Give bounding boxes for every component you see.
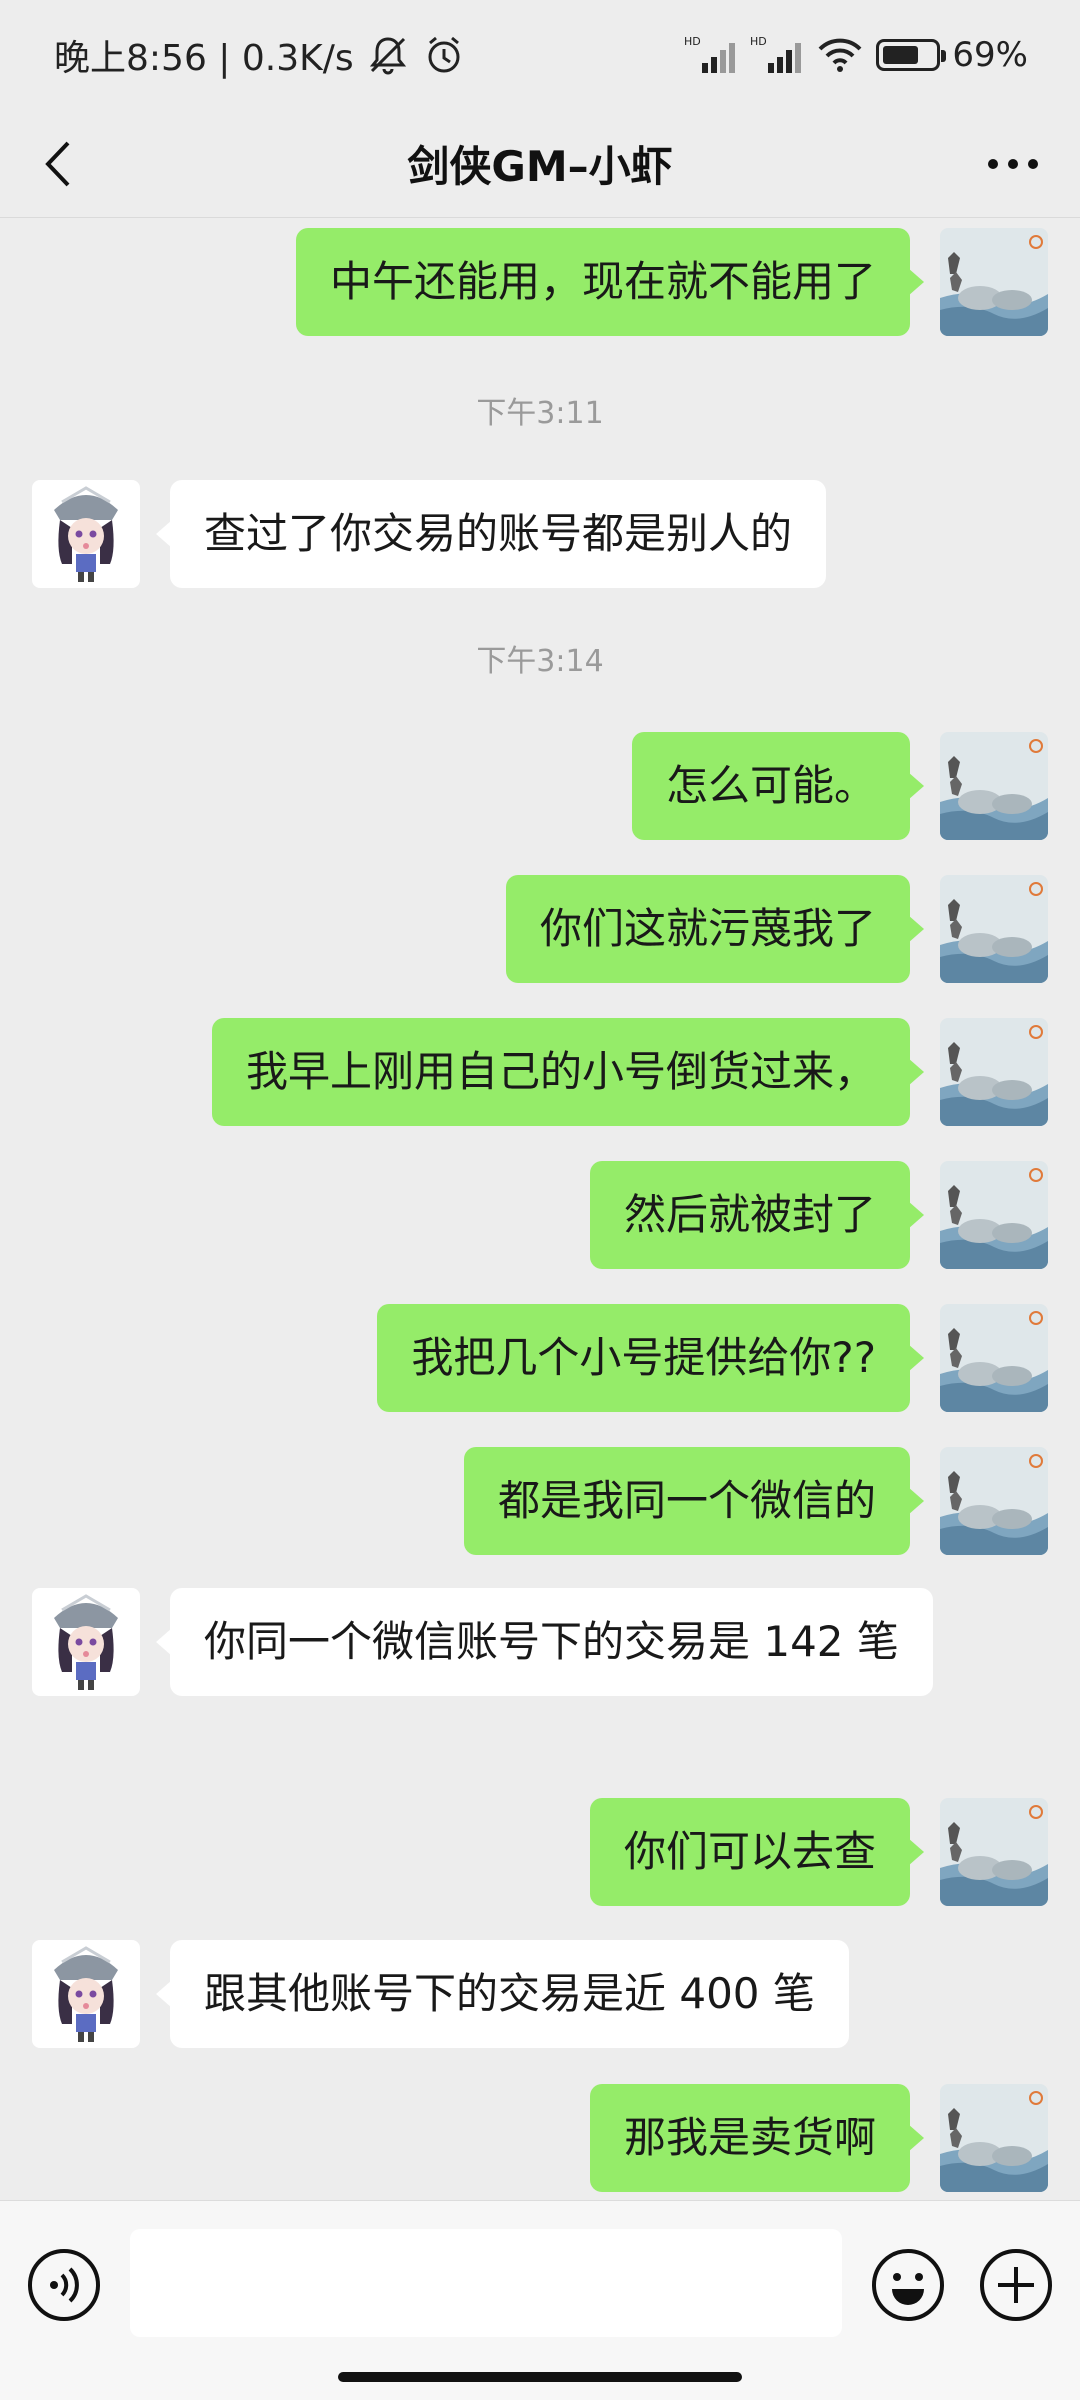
- my-avatar[interactable]: [940, 1018, 1048, 1126]
- my-avatar[interactable]: [940, 1798, 1048, 1906]
- message-input[interactable]: [130, 2229, 842, 2337]
- chat-title: 剑侠GM–小虾: [407, 142, 673, 191]
- status-right: HD HD 69%: [684, 33, 1028, 77]
- contact-avatar[interactable]: [32, 1940, 140, 2048]
- message-bubble[interactable]: 怎么可能。: [631, 732, 925, 840]
- my-avatar[interactable]: [940, 2084, 1048, 2192]
- message-bubble[interactable]: 我把几个小号提供给你??: [377, 1304, 924, 1412]
- hd-signal-icon: HD: [750, 33, 804, 77]
- more-dots-icon: [988, 159, 1038, 169]
- my-avatar[interactable]: [940, 1161, 1048, 1269]
- alarm-icon: [422, 33, 466, 77]
- hd-signal-icon: HD: [684, 33, 738, 77]
- contact-avatar[interactable]: [32, 1588, 140, 1696]
- voice-input-button[interactable]: [26, 2247, 102, 2323]
- chevron-left-icon: [45, 141, 70, 187]
- svg-text:HD: HD: [684, 35, 701, 48]
- svg-text:HD: HD: [750, 35, 767, 48]
- more-options-button[interactable]: [978, 134, 1048, 194]
- my-avatar[interactable]: [940, 732, 1048, 840]
- message-bubble[interactable]: 然后就被封了: [589, 1161, 925, 1269]
- my-avatar[interactable]: [940, 875, 1048, 983]
- wifi-icon: [816, 33, 864, 77]
- voice-icon: [28, 2249, 100, 2321]
- my-avatar[interactable]: [940, 1304, 1048, 1412]
- message-bubble[interactable]: 你同一个微信账号下的交易是 142 笔: [156, 1588, 933, 1696]
- back-button[interactable]: [30, 134, 90, 194]
- mute-icon: [366, 33, 410, 77]
- message-list[interactable]: 中午还能用，现在就不能用了下午3:11 查过了你交易的账号都是别人的下午3:14…: [0, 218, 1080, 2200]
- timestamp: 下午3:14: [476, 644, 604, 679]
- chat-header: 剑侠GM–小虾: [0, 110, 1080, 218]
- status-bar: 晚上8:56 | 0.3K/s HD HD 69%: [0, 0, 1080, 110]
- my-avatar[interactable]: [940, 228, 1048, 336]
- home-indicator[interactable]: [338, 2372, 742, 2382]
- message-bubble[interactable]: 中午还能用，现在就不能用了: [295, 228, 925, 336]
- plus-circle-icon: [980, 2249, 1052, 2321]
- my-avatar[interactable]: [940, 1447, 1048, 1555]
- message-bubble[interactable]: 我早上刚用自己的小号倒货过来，: [211, 1018, 925, 1126]
- timestamp: 下午3:11: [476, 396, 604, 431]
- message-bubble[interactable]: 都是我同一个微信的: [463, 1447, 925, 1555]
- message-bubble[interactable]: 你们这就污蔑我了: [505, 875, 925, 983]
- status-time: 晚上8:56 | 0.3K/s: [54, 38, 354, 79]
- battery-icon: [876, 39, 947, 71]
- battery-level-fill: [883, 46, 918, 64]
- battery-percentage: 69%: [952, 35, 1028, 75]
- message-bubble[interactable]: 你们可以去查: [589, 1798, 925, 1906]
- message-bubble[interactable]: 查过了你交易的账号都是别人的: [155, 480, 827, 588]
- more-functions-button[interactable]: [978, 2247, 1054, 2323]
- contact-avatar[interactable]: [32, 480, 140, 588]
- message-bubble[interactable]: 那我是卖货啊: [589, 2084, 925, 2192]
- message-bubble[interactable]: 跟其他账号下的交易是近 400 笔: [156, 1940, 849, 2048]
- emoji-icon: [872, 2249, 944, 2321]
- status-left: 晚上8:56 | 0.3K/s: [54, 29, 466, 81]
- input-bar: [0, 2200, 1080, 2400]
- emoji-button[interactable]: [870, 2247, 946, 2323]
